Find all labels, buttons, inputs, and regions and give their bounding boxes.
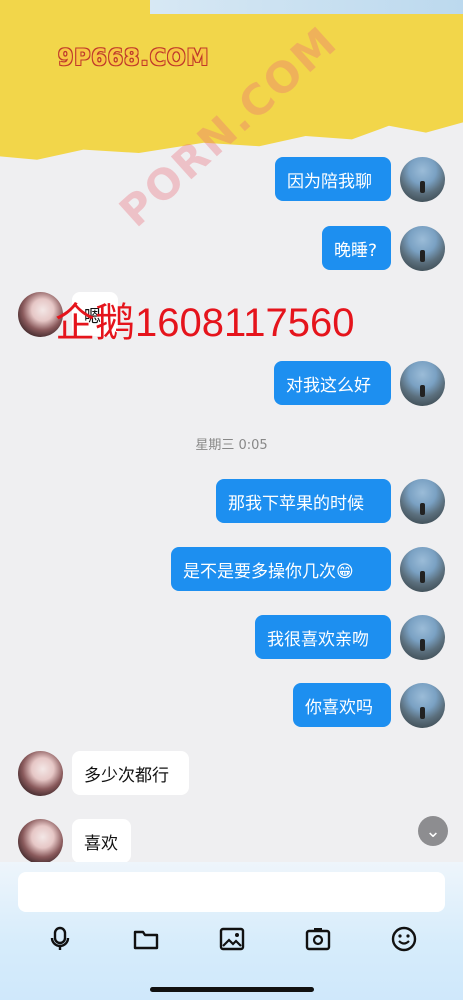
message-text: 那我下苹果的时候 [228, 493, 364, 514]
message-text: 我很喜欢亲吻 [267, 629, 369, 650]
avatar-me[interactable] [400, 479, 445, 524]
message-bubble-me[interactable]: 是不是要多操你几次😁 [171, 547, 391, 591]
message-bubble-me[interactable]: 晚睡? [322, 226, 391, 270]
message-text: 喜欢 [84, 833, 118, 854]
overlay-contact-text: 企鹅1608117560 [55, 301, 355, 345]
message-text: 是不是要多操你几次😁 [183, 561, 354, 582]
message-bubble-me[interactable]: 我很喜欢亲吻 [255, 615, 391, 659]
message-bubble-me[interactable]: 你喜欢吗 [293, 683, 391, 727]
message-bubble-me[interactable]: 那我下苹果的时候 [216, 479, 391, 523]
avatar-me[interactable] [400, 615, 445, 660]
avatar-me[interactable] [400, 547, 445, 592]
avatar-me[interactable] [400, 683, 445, 728]
message-text: 因为陪我聊 [287, 171, 372, 192]
chevron-down-icon: ⌄ [425, 820, 441, 842]
avatar-me[interactable] [400, 361, 445, 406]
message-text: 对我这么好 [286, 375, 371, 396]
avatar-her[interactable] [18, 751, 63, 796]
image-icon[interactable] [218, 925, 246, 953]
message-bubble-me[interactable]: 对我这么好 [274, 361, 391, 405]
camera-icon[interactable] [304, 925, 332, 953]
message-bubble-me[interactable]: 因为陪我聊 [275, 157, 391, 201]
avatar-me[interactable] [400, 157, 445, 202]
message-text: 多少次都行 [84, 765, 169, 786]
message-bubble-her[interactable]: 喜欢 [72, 819, 131, 863]
emoji-icon[interactable] [390, 925, 418, 953]
message-bubble-her[interactable]: 多少次都行 [72, 751, 189, 795]
home-indicator[interactable] [150, 987, 314, 992]
microphone-icon[interactable] [46, 925, 74, 953]
scroll-down-button[interactable]: ⌄ [418, 816, 448, 846]
banner-top-sky [150, 0, 463, 14]
logo-watermark: 9P668.COM [58, 46, 210, 71]
folder-icon[interactable] [132, 925, 160, 953]
timestamp: 星期三 0:05 [195, 438, 268, 453]
avatar-her[interactable] [18, 819, 63, 864]
message-text: 晚睡? [334, 240, 378, 261]
message-text: 你喜欢吗 [305, 697, 373, 718]
avatar-me[interactable] [400, 226, 445, 271]
message-input[interactable] [18, 872, 445, 912]
